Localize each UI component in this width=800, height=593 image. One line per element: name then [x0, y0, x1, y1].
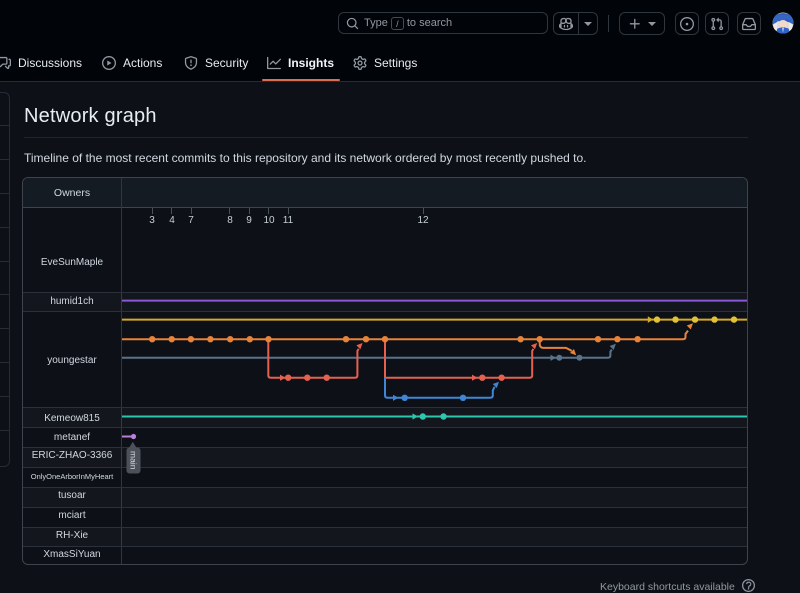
svg-text:main: main: [129, 451, 139, 470]
